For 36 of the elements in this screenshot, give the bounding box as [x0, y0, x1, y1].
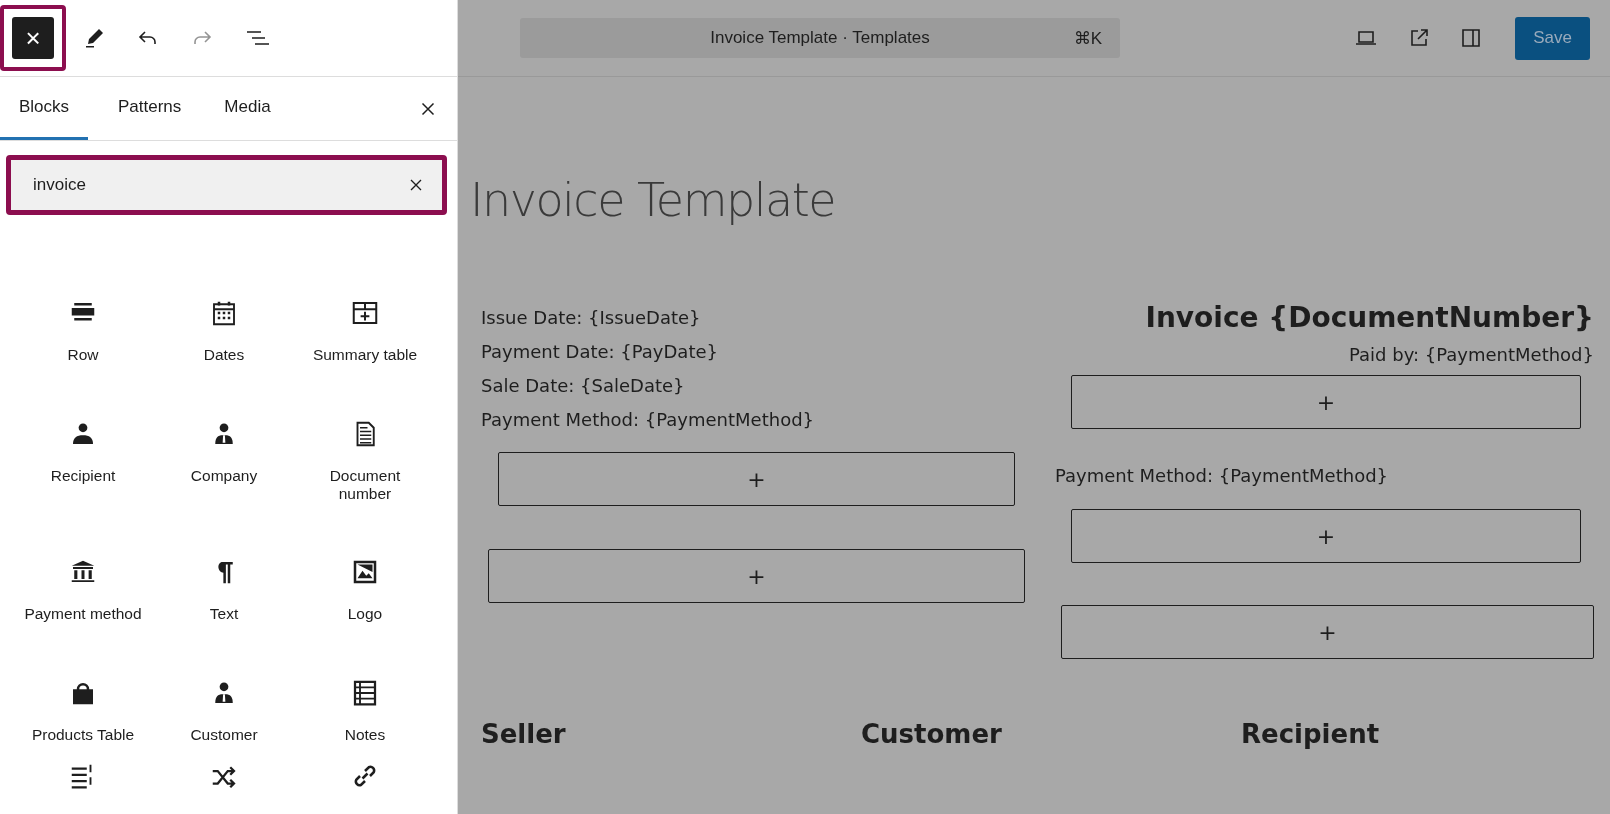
block-item[interactable]: Document number	[282, 394, 448, 534]
tab[interactable]: Media	[211, 77, 284, 140]
add-block-button[interactable]: +	[1071, 375, 1581, 430]
search-field[interactable]: invoice	[11, 160, 442, 210]
block-item[interactable]: Products Table	[0, 654, 166, 776]
add-block-button[interactable]: +	[498, 452, 1015, 507]
block-item[interactable]: Logo	[282, 533, 448, 655]
close-inserter-button[interactable]: ×	[12, 17, 54, 59]
tab[interactable]: Patterns	[105, 77, 195, 140]
page-title: Invoice Template	[470, 173, 836, 229]
block-item[interactable]: Recipient	[0, 394, 166, 534]
block-item[interactable]: Dates	[166, 274, 282, 395]
section-heading: Customer	[861, 719, 1003, 750]
template-text: Sale Date: {SaleDate}	[481, 374, 686, 398]
template-text: Issue Date: {IssueDate}	[481, 306, 702, 330]
block-item[interactable]: Company	[166, 394, 282, 534]
add-block-button[interactable]: +	[488, 549, 1025, 604]
block-item[interactable]: Payment method	[0, 533, 166, 655]
section-heading: Seller	[481, 719, 567, 750]
tab[interactable]: Blocks	[0, 77, 88, 140]
add-block-button[interactable]: +	[1071, 509, 1581, 564]
shortcut-hint: ⌘K	[1073, 27, 1102, 49]
template-text: Payment Method: {PaymentMethod}	[481, 408, 816, 432]
template-text: Paid by: {PaymentMethod}	[1348, 344, 1594, 366]
template-text: Payment Date: {PayDate}	[481, 340, 719, 364]
save-button[interactable]: Save	[1515, 16, 1590, 60]
block-item[interactable]: Text	[166, 533, 282, 655]
section-heading: Recipient	[1241, 719, 1381, 750]
invoice-heading: Invoice {DocumentNumber}	[1144, 300, 1594, 337]
template-text: Payment Method: {PaymentMethod}	[1055, 464, 1390, 488]
block-item[interactable]: Customer	[166, 654, 282, 776]
block-item[interactable]: Row	[0, 274, 166, 395]
command-bar[interactable]: Invoice Template · Templates ⌘K	[520, 18, 1120, 58]
add-block-button[interactable]: +	[1061, 605, 1594, 660]
block-item[interactable]: Summary table	[282, 274, 448, 395]
block-item[interactable]: Notes	[282, 654, 448, 776]
